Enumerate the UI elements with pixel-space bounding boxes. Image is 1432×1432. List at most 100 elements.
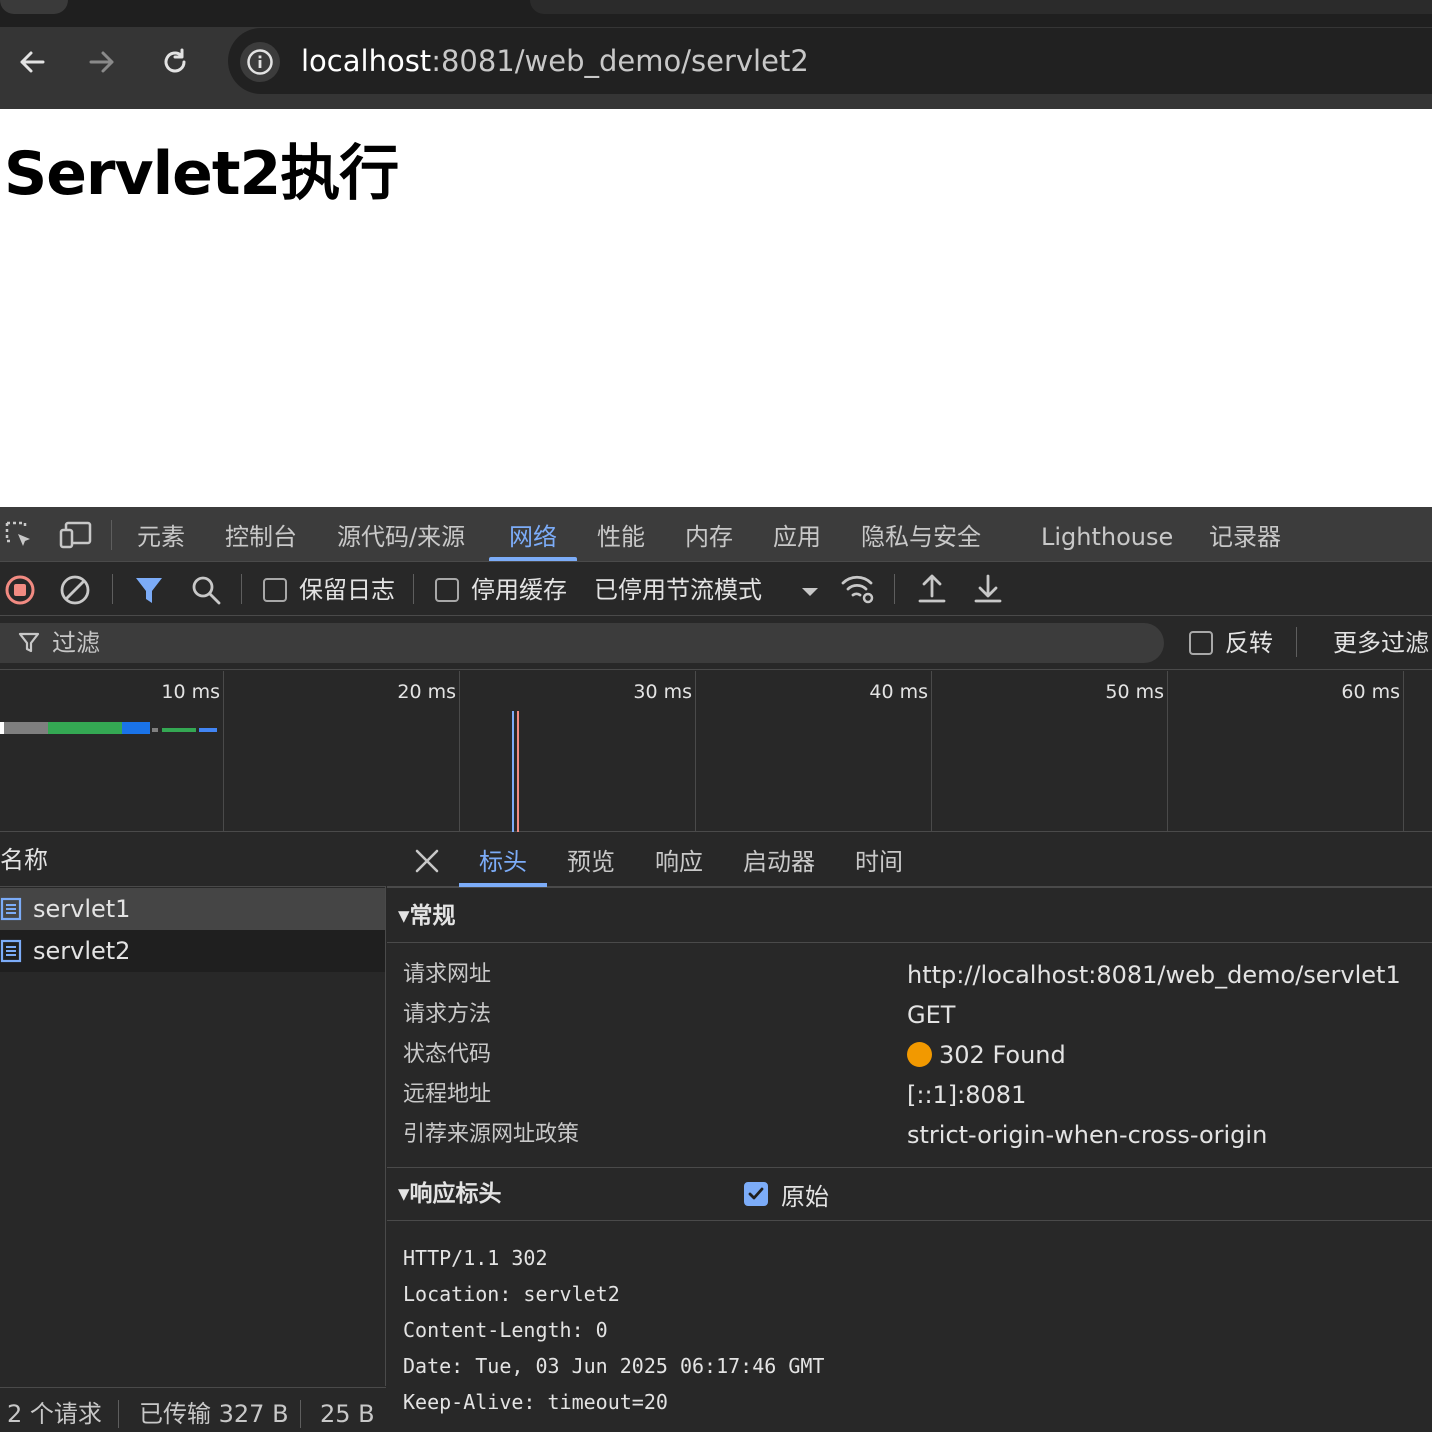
funnel-icon — [18, 631, 40, 659]
export-har-button[interactable] — [972, 572, 1004, 610]
timeline-gridline — [1167, 671, 1168, 832]
timeline-gridline — [459, 671, 460, 832]
divider — [118, 1400, 119, 1428]
info-icon — [247, 49, 273, 75]
divider — [1296, 627, 1297, 657]
status-dot-icon — [907, 1042, 932, 1067]
tab-headers[interactable]: 标头 — [479, 844, 527, 880]
response-headers-title[interactable]: ▾响应标头 — [398, 1176, 502, 1212]
status-code-label: 状态代码 — [403, 1042, 492, 1067]
detail-tab-bar — [387, 833, 1432, 888]
timeline-label: 50 ms — [1105, 681, 1164, 703]
network-conditions-button[interactable] — [840, 572, 876, 610]
timeline-gridline — [1403, 671, 1404, 832]
preserve-log-checkbox[interactable] — [263, 578, 287, 602]
waterfall-bar-stalled — [4, 722, 48, 734]
request-url-label: 请求网址 — [403, 962, 492, 987]
reload-button[interactable] — [153, 40, 197, 84]
general-section-header[interactable] — [387, 889, 1432, 943]
site-info-button[interactable] — [240, 42, 280, 82]
invert-checkbox[interactable] — [1189, 631, 1213, 655]
waterfall-bar-download — [122, 722, 150, 734]
request-method-value: GET — [907, 1001, 956, 1029]
tab-lighthouse[interactable]: Lighthouse — [1041, 518, 1173, 556]
url-path: :8081/web_demo/servlet2 — [431, 44, 809, 78]
request-row-servlet1[interactable]: servlet1 — [0, 888, 385, 930]
referrer-policy-value: strict-origin-when-cross-origin — [907, 1121, 1268, 1149]
disable-cache-checkbox[interactable] — [435, 578, 459, 602]
tab-performance[interactable]: 性能 — [597, 518, 645, 556]
tab-preview[interactable]: 预览 — [567, 844, 615, 880]
divider — [241, 574, 242, 604]
tab-console[interactable]: 控制台 — [225, 518, 297, 556]
close-detail-button[interactable] — [414, 848, 440, 878]
timeline-label: 20 ms — [397, 681, 456, 703]
tab-recorder[interactable]: 记录器 — [1209, 518, 1281, 556]
request-name: servlet2 — [33, 937, 131, 965]
divider — [894, 574, 895, 604]
device-toolbar-button[interactable] — [58, 520, 94, 556]
raw-header-line: Content-Length: 0 — [403, 1318, 608, 1342]
remote-address-value: [::1]:8081 — [907, 1081, 1027, 1109]
import-har-button[interactable] — [916, 572, 948, 610]
inspect-element-button[interactable] — [4, 520, 36, 556]
clear-button[interactable] — [59, 574, 91, 610]
record-button[interactable] — [4, 574, 36, 610]
raw-checkbox[interactable] — [744, 1182, 768, 1206]
chevron-down-icon[interactable] — [800, 583, 820, 602]
response-headers-section-header[interactable] — [387, 1167, 1432, 1221]
divider — [413, 574, 414, 604]
general-section-title[interactable]: ▾常规 — [398, 898, 456, 934]
tab-timing[interactable]: 时间 — [855, 844, 903, 880]
waterfall-bar-2-stalled — [152, 728, 158, 732]
tab-sources[interactable]: 源代码/来源 — [337, 518, 465, 556]
timeline-gridline — [223, 671, 224, 832]
filter-placeholder: 过滤 — [52, 629, 100, 657]
column-header-name[interactable]: 名称 — [0, 842, 48, 878]
close-icon — [415, 849, 439, 873]
tab-memory[interactable]: 内存 — [685, 518, 733, 556]
tab-privacy-security[interactable]: 隐私与安全 — [861, 518, 981, 556]
raw-header-line: Date: Tue, 03 Jun 2025 06:17:46 GMT — [403, 1354, 825, 1378]
back-button[interactable] — [10, 40, 54, 84]
preserve-log-label: 保留日志 — [299, 576, 395, 604]
timeline-label: 30 ms — [633, 681, 692, 703]
search-button[interactable] — [190, 574, 222, 610]
record-stop-icon — [5, 575, 35, 605]
request-count: 2 个请求 — [7, 1400, 102, 1428]
tab-application[interactable]: 应用 — [773, 518, 821, 556]
browser-tab-area — [530, 0, 1432, 14]
active-tab-indicator — [459, 883, 547, 887]
throttling-select[interactable]: 已停用节流模式 — [594, 571, 762, 609]
clear-icon — [60, 575, 90, 605]
transferred-size: 已传输 327 B — [139, 1400, 289, 1428]
request-row-servlet2[interactable]: servlet2 — [0, 930, 385, 972]
browser-tab[interactable] — [0, 0, 68, 14]
search-icon — [192, 576, 221, 605]
divider — [300, 1400, 301, 1428]
invert-label: 反转 — [1225, 629, 1273, 657]
request-name: servlet1 — [33, 895, 131, 923]
filter-icon — [136, 578, 162, 603]
request-method-label: 请求方法 — [403, 1002, 492, 1027]
tab-response[interactable]: 响应 — [655, 844, 703, 880]
disable-cache-label: 停用缓存 — [471, 576, 567, 604]
tab-network[interactable]: 网络 — [509, 518, 557, 556]
arrow-right-icon — [89, 51, 114, 73]
filter-toggle-button[interactable] — [134, 574, 164, 610]
arrow-left-icon — [20, 51, 45, 73]
upload-icon — [918, 574, 946, 603]
more-filters-dropdown[interactable]: 更多过滤 — [1333, 624, 1429, 662]
timeline-label: 40 ms — [869, 681, 928, 703]
filter-input[interactable] — [0, 623, 1164, 663]
tab-initiator[interactable]: 启动器 — [743, 844, 815, 880]
url-host: localhost — [301, 44, 432, 78]
tab-elements[interactable]: 元素 — [137, 518, 185, 556]
remote-address-label: 远程地址 — [403, 1082, 492, 1107]
forward-button[interactable] — [80, 40, 124, 84]
timeline-label: 10 ms — [161, 681, 220, 703]
waterfall-bar-2-waiting — [162, 728, 196, 732]
active-tab-indicator — [489, 557, 577, 561]
address-url[interactable]: localhost:8081/web_demo/servlet2 — [301, 40, 809, 82]
timeline-gridline — [931, 671, 932, 832]
